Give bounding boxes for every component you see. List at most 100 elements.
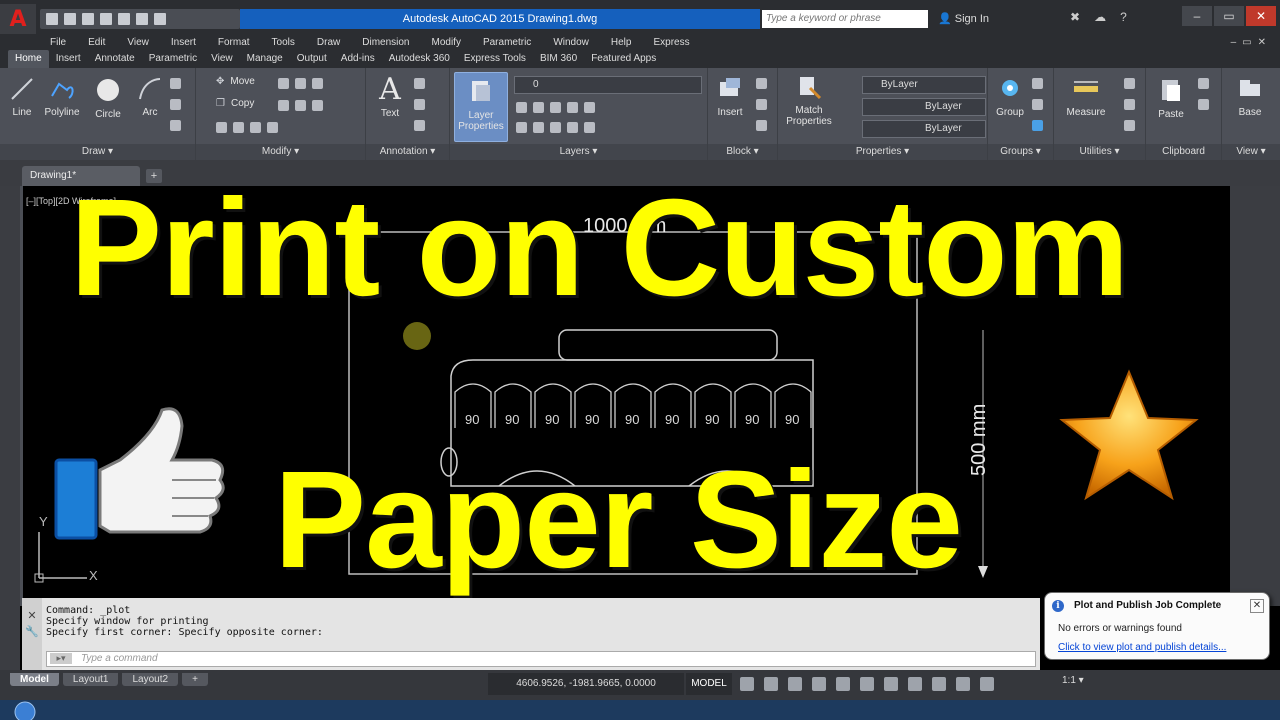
polyline-tool[interactable]: Polyline [40, 76, 84, 118]
paste-tool[interactable]: Paste [1154, 76, 1188, 120]
insert-tool[interactable]: Insert [712, 76, 748, 118]
menu-express[interactable]: Express [653, 36, 689, 50]
stretch-icon[interactable] [216, 122, 227, 133]
text-tool[interactable]: A Text [374, 74, 406, 120]
layer-off-icon[interactable] [533, 102, 544, 113]
ortho-icon[interactable] [788, 677, 802, 691]
tab-output[interactable]: Output [290, 50, 334, 68]
layers-panel-title[interactable]: Layers ▾ [450, 144, 707, 160]
snap-icon[interactable] [764, 677, 778, 691]
redo-icon[interactable] [154, 13, 166, 25]
command-input[interactable]: Type a command [46, 651, 1036, 667]
array-icon[interactable] [250, 122, 261, 133]
annotation-scale[interactable]: 1:1 ▾ [1062, 675, 1084, 686]
utilities-panel-title[interactable]: Utilities ▾ [1054, 144, 1145, 160]
grid-icon[interactable] [740, 677, 754, 691]
menu-edit[interactable]: Edit [88, 36, 105, 50]
print-icon[interactable] [118, 13, 130, 25]
layer-dropdown[interactable]: 0 [514, 76, 702, 94]
create-block-icon[interactable] [756, 78, 767, 89]
tab-add-ins[interactable]: Add-ins [334, 50, 382, 68]
menu-modify[interactable]: Modify [432, 36, 461, 50]
help-icon[interactable]: ? [1120, 10, 1127, 24]
line-tool[interactable]: Line [8, 76, 36, 118]
color-dropdown[interactable]: ByLayer [862, 76, 986, 94]
circle-tool[interactable]: Circle [90, 76, 126, 120]
sign-in-button[interactable]: 👤 Sign In [938, 10, 989, 28]
menu-insert[interactable]: Insert [171, 36, 196, 50]
move-tool[interactable]: ✥ Move [216, 76, 255, 87]
tab-autodesk-360[interactable]: Autodesk 360 [382, 50, 457, 68]
tab-insert[interactable]: Insert [49, 50, 88, 68]
block-attributes-icon[interactable] [756, 120, 767, 131]
trim-icon[interactable] [295, 78, 306, 89]
menu-help[interactable]: Help [611, 36, 632, 50]
fillet-icon[interactable] [295, 100, 306, 111]
tab-bim-360[interactable]: BIM 360 [533, 50, 584, 68]
annotation-visibility-icon[interactable] [956, 677, 970, 691]
lineweight-icon[interactable] [884, 677, 898, 691]
tab-layout2[interactable]: Layout2 [122, 673, 179, 686]
menu-tools[interactable]: Tools [272, 36, 295, 50]
group-edit-icon[interactable] [1032, 99, 1043, 110]
properties-panel-title[interactable]: Properties ▾ [778, 144, 987, 160]
close-command-icon[interactable]: ✕ [22, 608, 42, 624]
undo-icon[interactable] [136, 13, 148, 25]
dimension-icon[interactable] [414, 78, 425, 89]
new-icon[interactable] [46, 13, 58, 25]
notification-details-link[interactable]: Click to view plot and publish details..… [1058, 642, 1226, 653]
ungroup-icon[interactable] [1032, 78, 1043, 89]
layer-walk-icon[interactable] [550, 122, 561, 133]
menu-parametric[interactable]: Parametric [483, 36, 531, 50]
match-layer-icon[interactable] [533, 122, 544, 133]
match-properties-tool[interactable]: Match Properties [782, 74, 836, 127]
hatch-icon[interactable] [170, 120, 181, 131]
layer-delete-icon[interactable] [584, 122, 595, 133]
menu-view[interactable]: View [127, 36, 149, 50]
selection-cycling-icon[interactable] [932, 677, 946, 691]
measure-tool[interactable]: Measure [1060, 76, 1112, 118]
layer-freeze-icon[interactable] [567, 102, 578, 113]
cut-icon[interactable] [1198, 78, 1209, 89]
menu-dimension[interactable]: Dimension [362, 36, 409, 50]
layer-lock-icon[interactable] [584, 102, 595, 113]
menu-file[interactable]: File [50, 36, 66, 50]
polar-icon[interactable] [812, 677, 826, 691]
customize-command-icon[interactable]: 🔧 [22, 624, 42, 640]
annotation-panel-title[interactable]: Annotation ▾ [366, 144, 449, 160]
layer-isolate-icon[interactable] [550, 102, 561, 113]
scale-icon[interactable] [233, 122, 244, 133]
calculator-icon[interactable] [1124, 120, 1135, 131]
transparency-icon[interactable] [908, 677, 922, 691]
restore-button[interactable]: ▭ [1214, 6, 1244, 26]
groups-panel-title[interactable]: Groups ▾ [988, 144, 1053, 160]
minimize-button[interactable]: – [1182, 6, 1212, 26]
group-select-icon[interactable] [1032, 120, 1043, 131]
save-icon[interactable] [82, 13, 94, 25]
application-menu-button[interactable]: A [0, 4, 36, 34]
windows-start-icon[interactable] [12, 700, 38, 720]
edit-block-icon[interactable] [756, 99, 767, 110]
a360-icon[interactable]: ☁ [1094, 10, 1106, 24]
command-recent-icon[interactable]: ▸▾ [50, 653, 72, 664]
linetype-dropdown[interactable]: ByLayer [862, 98, 986, 116]
make-current-icon[interactable] [516, 122, 527, 133]
point-icon[interactable] [1124, 99, 1135, 110]
quick-select-icon[interactable] [1124, 78, 1135, 89]
copy-tool[interactable]: ❐ Copy [216, 98, 254, 109]
block-panel-title[interactable]: Block ▾ [708, 144, 777, 160]
model-space-button[interactable]: MODEL [686, 673, 732, 695]
draw-panel-title[interactable]: Draw ▾ [0, 144, 195, 160]
layer-state-icon[interactable] [516, 102, 527, 113]
tab-home[interactable]: Home [8, 50, 49, 68]
offset-icon[interactable] [267, 122, 278, 133]
copy-clip-icon[interactable] [1198, 99, 1209, 110]
tab-annotate[interactable]: Annotate [88, 50, 142, 68]
close-button[interactable]: ✕ [1246, 6, 1276, 26]
search-input[interactable]: Type a keyword or phrase [762, 10, 928, 28]
coordinates-readout[interactable]: 4606.9526, -1981.9665, 0.0000 [488, 673, 684, 695]
tab-parametric[interactable]: Parametric [142, 50, 204, 68]
tab-express-tools[interactable]: Express Tools [457, 50, 533, 68]
modify-panel-title[interactable]: Modify ▾ [196, 144, 365, 160]
mirror-icon[interactable] [278, 100, 289, 111]
